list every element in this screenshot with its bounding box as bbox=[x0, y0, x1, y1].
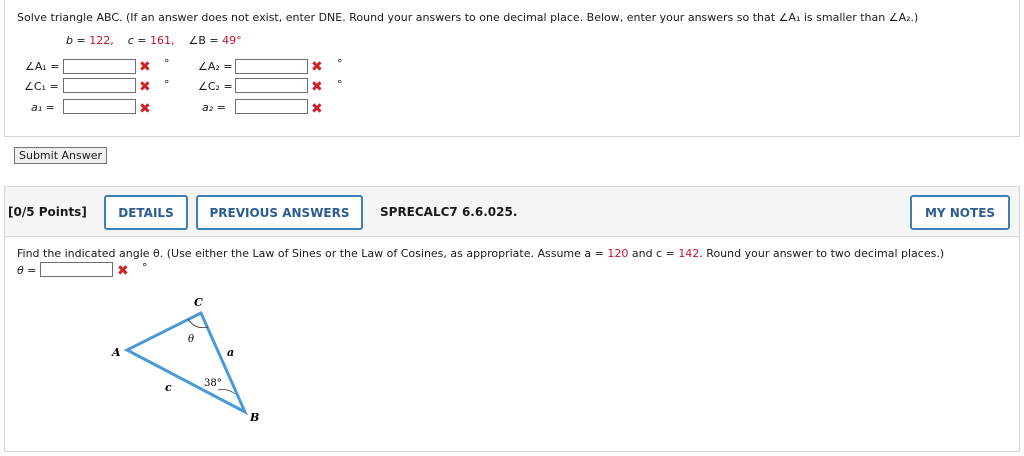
angle-B-value-label: 38° bbox=[204, 378, 222, 389]
angle-theta-label: θ bbox=[188, 334, 194, 345]
problem-1-instructions: Solve triangle ABC. (If an answer does n… bbox=[17, 11, 919, 24]
angle-A2-label: ∠A₂ = bbox=[198, 60, 233, 73]
triangle-figure: C A B a c θ 38° bbox=[111, 296, 259, 424]
degree-unit: ° bbox=[337, 78, 343, 91]
angle-B-arc bbox=[217, 389, 236, 395]
incorrect-icon: ✖ bbox=[139, 101, 151, 117]
triangle-outline bbox=[123, 310, 249, 416]
a-value: 120 bbox=[607, 247, 629, 260]
side-a-label: a bbox=[227, 346, 234, 359]
c-value: 142 bbox=[678, 247, 700, 260]
vertex-B-label: B bbox=[249, 411, 259, 424]
given-c-label: c = bbox=[127, 34, 150, 47]
vertex-A-label: A bbox=[111, 346, 121, 359]
given-values: b = 122, c = 161, ∠B = 49° bbox=[66, 34, 242, 47]
angle-C1-label: ∠C₁ = bbox=[24, 80, 59, 93]
incorrect-icon: ✖ bbox=[311, 101, 323, 117]
instructions-mid: and c = bbox=[628, 247, 679, 260]
given-B-value: 49° bbox=[222, 34, 242, 47]
side-c-label: c bbox=[165, 381, 172, 394]
my-notes-button[interactable]: MY NOTES bbox=[910, 195, 1010, 230]
degree-unit: ° bbox=[164, 57, 170, 70]
submit-answer-button[interactable]: Submit Answer bbox=[14, 147, 108, 164]
instructions-pre: Find the indicated angle θ. (Use either … bbox=[17, 247, 608, 260]
points-label: [0/5 Points] bbox=[8, 205, 87, 219]
degree-unit: ° bbox=[337, 57, 343, 70]
given-c-value: 161, bbox=[149, 34, 175, 47]
theta-input[interactable] bbox=[40, 262, 113, 277]
side-a1-label: a₁ = bbox=[31, 101, 55, 114]
incorrect-icon: ✖ bbox=[311, 79, 323, 95]
problem-id: SPRECALC7 6.6.025. bbox=[380, 205, 518, 219]
details-button[interactable]: DETAILS bbox=[104, 195, 188, 230]
incorrect-icon: ✖ bbox=[117, 263, 129, 279]
previous-answers-button[interactable]: PREVIOUS ANSWERS bbox=[196, 195, 363, 230]
degree-unit: ° bbox=[142, 261, 148, 274]
angle-A2-input[interactable] bbox=[235, 59, 308, 74]
instructions-post: . Round your answer to two decimal place… bbox=[699, 247, 945, 260]
theta-label: θ = bbox=[17, 264, 37, 277]
angle-C2-input[interactable] bbox=[235, 78, 308, 93]
side-a2-input[interactable] bbox=[235, 99, 308, 114]
angle-C2-label: ∠C₂ = bbox=[198, 80, 233, 93]
angle-A1-label: ∠A₁ = bbox=[25, 60, 60, 73]
angle-C1-input[interactable] bbox=[63, 78, 136, 93]
incorrect-icon: ✖ bbox=[139, 79, 151, 95]
side-a2-label: a₂ = bbox=[202, 101, 226, 114]
given-B-label: ∠B = bbox=[188, 34, 223, 47]
degree-unit: ° bbox=[164, 78, 170, 91]
angle-A1-input[interactable] bbox=[63, 59, 136, 74]
side-a1-input[interactable] bbox=[63, 99, 136, 114]
incorrect-icon: ✖ bbox=[139, 59, 151, 75]
vertex-C-label: C bbox=[194, 296, 203, 309]
given-b-value: 122, bbox=[89, 34, 114, 47]
given-b-label: b = bbox=[66, 34, 90, 47]
incorrect-icon: ✖ bbox=[311, 59, 323, 75]
problem-2-instructions: Find the indicated angle θ. (Use either … bbox=[17, 247, 944, 260]
